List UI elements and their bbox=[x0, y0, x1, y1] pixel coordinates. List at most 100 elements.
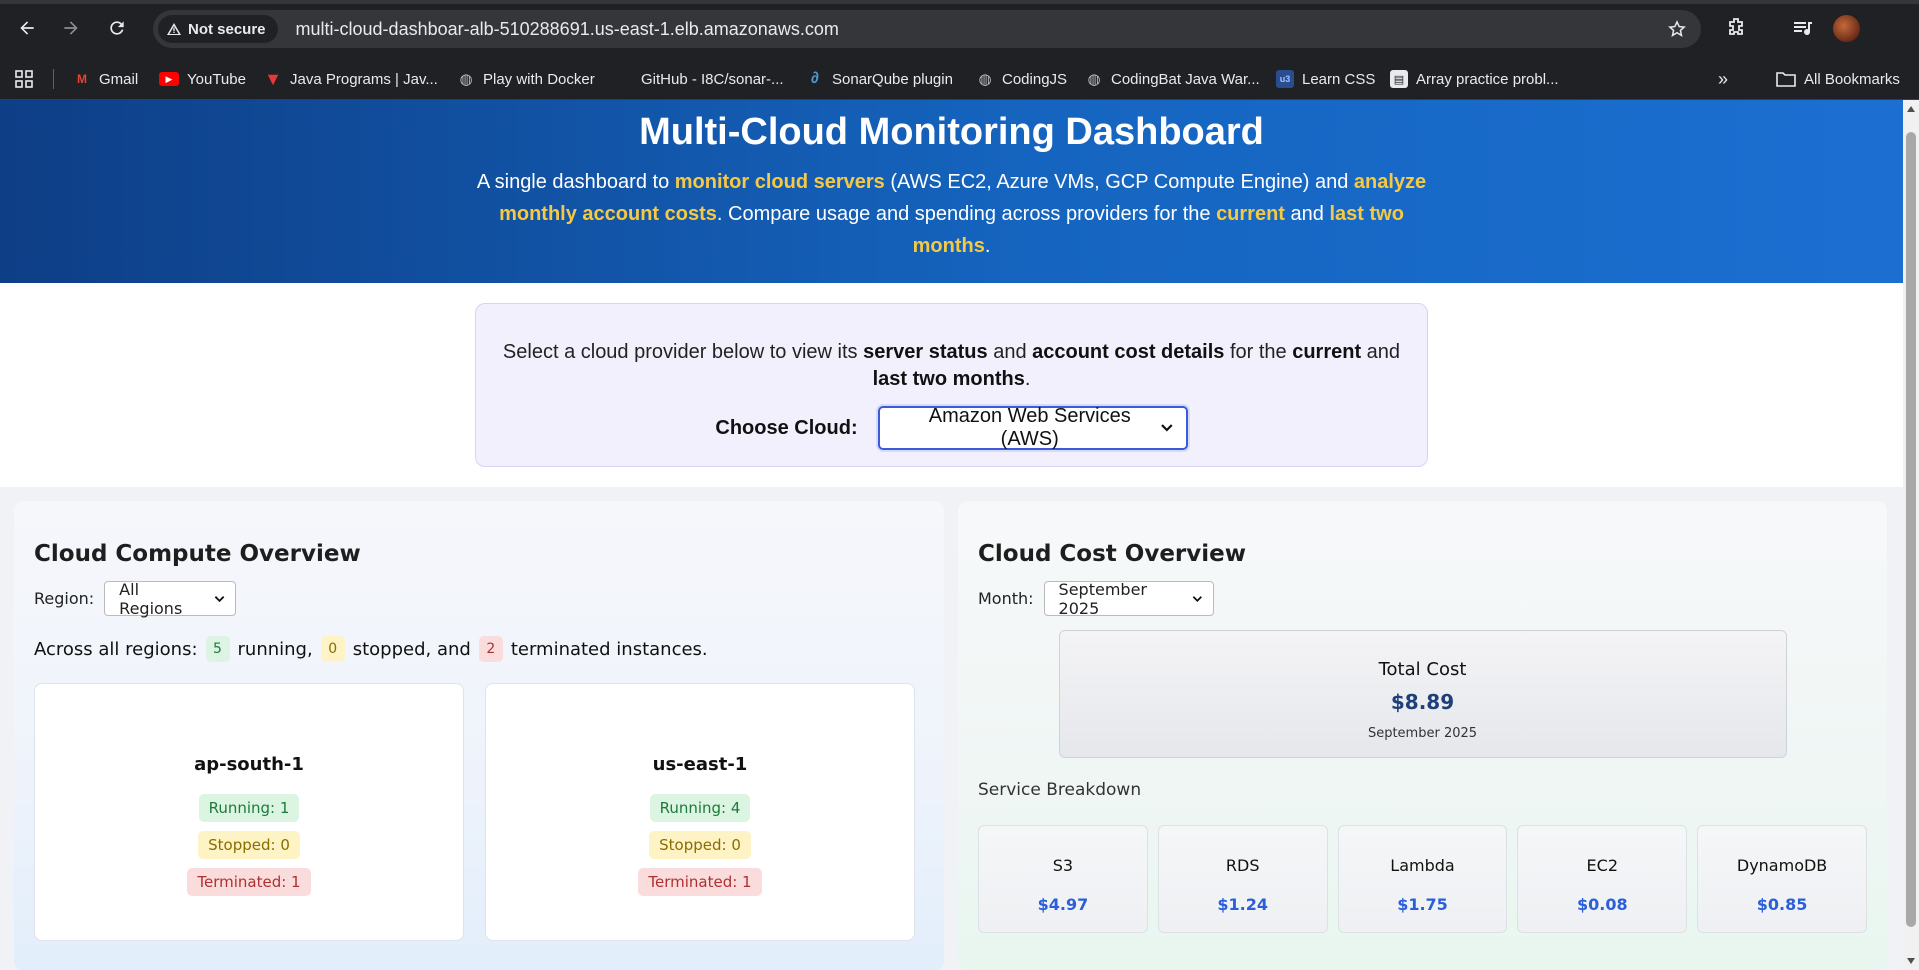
service-name: Lambda bbox=[1390, 856, 1455, 875]
page-title: Multi-Cloud Monitoring Dashboard bbox=[639, 111, 1264, 153]
service-card-dynamodb: DynamoDB $0.85 bbox=[1697, 825, 1867, 933]
instance-summary: Across all regions: 5 running, 0 stopped… bbox=[34, 636, 924, 662]
more-bookmarks-button[interactable]: » bbox=[1718, 69, 1728, 89]
service-card-lambda: Lambda $1.75 bbox=[1337, 825, 1508, 933]
bookmark-java-programs[interactable]: ▼ Java Programs | Jav... bbox=[264, 69, 438, 89]
github-icon bbox=[615, 70, 633, 88]
stopped-status-pill: Stopped: 0 bbox=[649, 831, 751, 859]
reload-icon bbox=[110, 21, 124, 35]
warning-triangle-icon bbox=[167, 23, 181, 35]
intro-text: and bbox=[987, 341, 1033, 363]
overview-section: Cloud Compute Overview Region: All Regio… bbox=[0, 487, 1903, 970]
bookmark-star-icon[interactable] bbox=[1667, 19, 1687, 39]
bookmark-codingjs[interactable]: ◍ CodingJS bbox=[976, 69, 1067, 89]
region-name: ap-south-1 bbox=[194, 754, 304, 775]
bookmark-label: Gmail bbox=[99, 70, 139, 88]
service-card-s3: S3 $4.97 bbox=[978, 825, 1148, 933]
chevron-down-icon bbox=[214, 595, 225, 602]
service-breakdown-list: S3 $4.97 RDS $1.24 Lambda $1.75 EC2 $0.0… bbox=[978, 825, 1867, 933]
stopped-status-pill: Stopped: 0 bbox=[198, 831, 300, 859]
intro-bold: server status bbox=[863, 341, 988, 363]
youtube-icon: ▶ bbox=[159, 72, 179, 86]
java-programs-icon: ▼ bbox=[264, 68, 282, 89]
address-bar[interactable]: Not secure multi-cloud-dashboar-alb-5102… bbox=[153, 10, 1701, 48]
page-scrollbar[interactable] bbox=[1903, 100, 1919, 970]
bookmark-codingbat[interactable]: ◍ CodingBat Java War... bbox=[1085, 69, 1259, 89]
intro-text: Select a cloud provider below to view it… bbox=[502, 341, 864, 363]
bookmarks-bar: M Gmail ▶ YouTube ▼ Java Programs | Jav.… bbox=[0, 58, 1919, 100]
bookmark-label: Play with Docker bbox=[483, 70, 595, 88]
globe-icon: ◍ bbox=[459, 71, 473, 88]
service-name: EC2 bbox=[1586, 856, 1619, 875]
month-select[interactable]: September 2025 bbox=[1043, 579, 1214, 618]
region-cards: ap-south-1 Running: 1 Stopped: 0 Termina… bbox=[34, 683, 924, 941]
running-status-pill: Running: 1 bbox=[198, 794, 300, 822]
choose-cloud-row: Choose Cloud: Amazon Web Services (AWS) bbox=[476, 405, 1427, 450]
sonarqube-icon: ∂ bbox=[811, 70, 819, 87]
service-card-ec2: EC2 $0.08 bbox=[1517, 825, 1688, 933]
cloud-selector-section: Select a cloud provider below to view it… bbox=[0, 283, 1903, 487]
apps-grid-icon[interactable] bbox=[14, 69, 34, 89]
page-content: Multi-Cloud Monitoring Dashboard A singl… bbox=[0, 100, 1903, 970]
cloud-select-value: Amazon Web Services (AWS) bbox=[928, 405, 1131, 450]
gmail-icon: M bbox=[77, 72, 87, 86]
cloud-provider-select[interactable]: Amazon Web Services (AWS) bbox=[877, 405, 1188, 450]
bookmark-learn-css[interactable]: u3 Learn CSS bbox=[1276, 69, 1375, 89]
all-bookmarks-label: All Bookmarks bbox=[1804, 70, 1900, 88]
extensions-icon[interactable] bbox=[1724, 16, 1748, 40]
region-select-value: All Regions bbox=[119, 579, 183, 618]
folder-icon bbox=[1776, 72, 1796, 87]
running-count-badge: 5 bbox=[205, 636, 230, 662]
bookmark-sonarqube[interactable]: ∂ SonarQube plugin bbox=[806, 69, 953, 89]
total-cost-value: $8.89 bbox=[1390, 690, 1455, 714]
hero-text: . Compare usage and spending across prov… bbox=[716, 203, 1217, 225]
summary-prefix: Across all regions: bbox=[34, 638, 198, 660]
url-text[interactable]: multi-cloud-dashboar-alb-510288691.us-ea… bbox=[296, 19, 839, 40]
forward-button[interactable] bbox=[57, 14, 85, 42]
all-bookmarks-button[interactable]: All Bookmarks bbox=[1776, 69, 1900, 89]
terminated-label: terminated instances. bbox=[510, 638, 708, 660]
learn-css-icon: u3 bbox=[1276, 70, 1294, 88]
bookmark-youtube[interactable]: ▶ YouTube bbox=[159, 69, 246, 89]
scroll-up-arrow-icon[interactable] bbox=[1907, 106, 1915, 112]
cloud-selector-card: Select a cloud provider below to view it… bbox=[475, 303, 1428, 467]
terminated-status-pill: Terminated: 1 bbox=[638, 868, 762, 896]
service-name: RDS bbox=[1225, 856, 1260, 875]
hero-description: A single dashboard to monitor cloud serv… bbox=[472, 166, 1432, 262]
scrollbar-thumb[interactable] bbox=[1906, 132, 1916, 927]
region-name: us-east-1 bbox=[652, 754, 748, 775]
intro-text: . bbox=[1024, 368, 1031, 390]
bookmark-label: GitHub - I8C/sonar-... bbox=[641, 70, 784, 88]
bookmark-gmail[interactable]: M Gmail bbox=[73, 69, 138, 89]
profile-avatar[interactable] bbox=[1833, 15, 1860, 42]
service-card-rds: RDS $1.24 bbox=[1157, 825, 1328, 933]
reload-button[interactable] bbox=[103, 14, 131, 42]
total-cost-card: Total Cost $8.89 September 2025 bbox=[1058, 630, 1787, 758]
month-select-value: September 2025 bbox=[1058, 579, 1147, 618]
total-cost-month: September 2025 bbox=[1367, 726, 1478, 741]
service-name: S3 bbox=[1052, 856, 1074, 875]
bookmark-label: Learn CSS bbox=[1302, 70, 1376, 88]
terminated-count-badge: 2 bbox=[478, 636, 503, 662]
region-filter-row: Region: All Regions bbox=[34, 579, 924, 618]
bookmark-label: Java Programs | Jav... bbox=[290, 70, 438, 88]
stopped-label: stopped, and bbox=[352, 638, 471, 660]
security-label: Not secure bbox=[188, 20, 266, 38]
security-indicator[interactable]: Not secure bbox=[158, 15, 278, 43]
media-controls-icon[interactable] bbox=[1791, 16, 1815, 40]
service-cost: $4.97 bbox=[1037, 895, 1089, 914]
region-select[interactable]: All Regions bbox=[104, 579, 237, 618]
region-card-us-east-1: us-east-1 Running: 4 Stopped: 0 Terminat… bbox=[485, 683, 915, 941]
bookmark-play-with-docker[interactable]: ◍ Play with Docker bbox=[457, 69, 595, 89]
bookmark-array-practice[interactable]: ▤ Array practice probl... bbox=[1390, 69, 1559, 89]
service-name: DynamoDB bbox=[1736, 856, 1828, 875]
scroll-down-arrow-icon[interactable] bbox=[1907, 958, 1915, 964]
intro-bold: account cost details bbox=[1032, 341, 1225, 363]
bookmark-github[interactable]: GitHub - I8C/sonar-... bbox=[615, 69, 784, 89]
bookmark-label: SonarQube plugin bbox=[832, 70, 953, 88]
region-card-ap-south-1: ap-south-1 Running: 1 Stopped: 0 Termina… bbox=[34, 683, 464, 941]
running-status-pill: Running: 4 bbox=[649, 794, 751, 822]
choose-cloud-label: Choose Cloud: bbox=[715, 416, 858, 439]
compute-overview-panel: Cloud Compute Overview Region: All Regio… bbox=[14, 501, 944, 970]
back-button[interactable] bbox=[13, 14, 41, 42]
